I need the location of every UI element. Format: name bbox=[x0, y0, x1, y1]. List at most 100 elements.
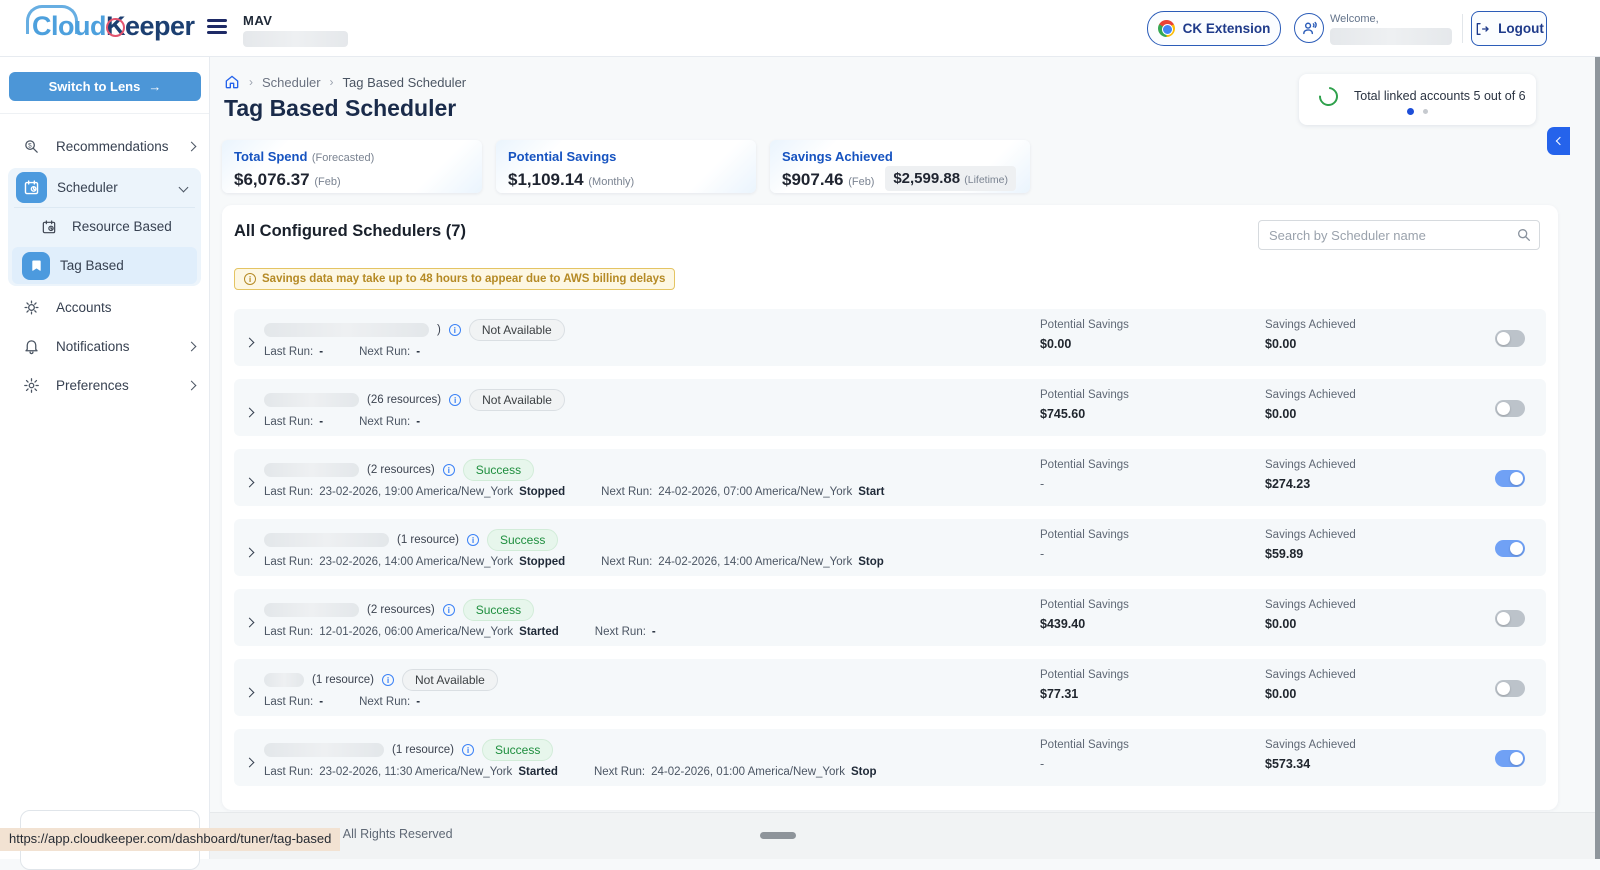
logout-icon bbox=[1474, 21, 1490, 37]
tag-based-icon bbox=[22, 252, 50, 280]
warning-banner: i Savings data may take up to 48 hours t… bbox=[234, 268, 675, 290]
collapse-panel-tab[interactable] bbox=[1547, 127, 1570, 155]
progress-ring-icon bbox=[1315, 83, 1342, 110]
sidebar-item-notifications[interactable]: Notifications bbox=[0, 327, 209, 366]
expand-chevron-icon[interactable] bbox=[246, 753, 253, 771]
chevron-right-icon bbox=[187, 342, 197, 352]
sidebar-item-resource-based[interactable]: Resource Based bbox=[8, 208, 201, 245]
scheduler-toggle[interactable] bbox=[1495, 610, 1525, 627]
dot-active[interactable] bbox=[1407, 108, 1414, 115]
horizontal-scrollbar-thumb[interactable] bbox=[760, 832, 796, 839]
savings-achieved-col: Savings Achieved $573.34 bbox=[1265, 739, 1356, 771]
status-badge: Success bbox=[463, 459, 534, 481]
expand-chevron-icon[interactable] bbox=[246, 473, 253, 491]
scheduler-toggle[interactable] bbox=[1495, 330, 1525, 347]
scheduler-icon bbox=[16, 172, 47, 203]
sidebar-item-recommendations[interactable]: $ Recommendations bbox=[0, 127, 209, 166]
scheduler-name-redacted bbox=[264, 603, 359, 617]
potential-savings-col: Potential Savings $77.31 bbox=[1040, 669, 1129, 701]
search-input[interactable] bbox=[1258, 220, 1540, 250]
chevron-right-icon bbox=[187, 381, 197, 391]
expand-chevron-icon[interactable] bbox=[246, 613, 253, 631]
status-badge: Success bbox=[482, 739, 553, 761]
sidebar-item-accounts[interactable]: Accounts bbox=[0, 288, 209, 327]
info-icon[interactable]: i bbox=[449, 324, 461, 336]
schedulers-heading: All Configured Schedulers (7) bbox=[234, 222, 466, 241]
chevron-down-icon bbox=[179, 183, 189, 193]
info-icon[interactable]: i bbox=[443, 604, 455, 616]
potential-savings-col: Potential Savings - bbox=[1040, 529, 1129, 561]
sidebar-item-preferences[interactable]: Preferences bbox=[0, 366, 209, 405]
scheduler-group: Scheduler Resource Based Tag Based bbox=[8, 168, 201, 286]
scheduler-row[interactable]: (1 resource) i Success Last Run:23-02-20… bbox=[234, 729, 1546, 786]
scheduler-row[interactable]: (2 resources) i Success Last Run:12-01-2… bbox=[234, 589, 1546, 646]
breadcrumb: › Scheduler › Tag Based Scheduler bbox=[224, 74, 466, 90]
scheduler-toggle[interactable] bbox=[1495, 400, 1525, 417]
scheduler-row[interactable]: (1 resource) i Not Available Last Run:- … bbox=[234, 659, 1546, 716]
savings-achieved-col: Savings Achieved $0.00 bbox=[1265, 319, 1356, 351]
expand-chevron-icon[interactable] bbox=[246, 403, 253, 421]
browser-status-bar: https://app.cloudkeeper.com/dashboard/tu… bbox=[0, 828, 340, 851]
info-icon[interactable]: i bbox=[462, 744, 474, 756]
scheduler-toggle[interactable] bbox=[1495, 540, 1525, 557]
info-icon[interactable]: i bbox=[449, 394, 461, 406]
savings-achieved-col: Savings Achieved $274.23 bbox=[1265, 459, 1356, 491]
arrow-right-icon: → bbox=[148, 79, 161, 94]
scheduler-toggle[interactable] bbox=[1495, 680, 1525, 697]
expand-chevron-icon[interactable] bbox=[246, 333, 253, 351]
expand-chevron-icon[interactable] bbox=[246, 683, 253, 701]
stat-card-savings-achieved: Savings Achieved $907.46 (Feb) $2,599.88… bbox=[770, 140, 1030, 193]
status-badge: Not Available bbox=[469, 389, 565, 411]
info-icon: i bbox=[244, 273, 256, 285]
breadcrumb-scheduler[interactable]: Scheduler bbox=[262, 75, 321, 90]
chevron-left-icon bbox=[1556, 137, 1564, 145]
scheduler-toggle[interactable] bbox=[1495, 750, 1525, 767]
status-badge: Not Available bbox=[402, 669, 498, 691]
carousel-dots[interactable] bbox=[1299, 108, 1536, 115]
scheduler-toggle[interactable] bbox=[1495, 470, 1525, 487]
scheduler-row[interactable]: (26 resources) i Not Available Last Run:… bbox=[234, 379, 1546, 436]
vertical-scrollbar[interactable] bbox=[1595, 57, 1600, 859]
switch-to-lens-button[interactable]: Switch to Lens→ bbox=[9, 72, 201, 101]
sidebar-item-tag-based[interactable]: Tag Based bbox=[12, 247, 197, 284]
username-redacted bbox=[1330, 28, 1452, 45]
stat-card-total-spend: Total Spend (Forecasted) $6,076.37 (Feb) bbox=[222, 140, 482, 193]
search-icon[interactable] bbox=[1516, 227, 1532, 243]
sidebar-item-scheduler[interactable]: Scheduler bbox=[8, 168, 201, 207]
main-content: › Scheduler › Tag Based Scheduler Tag Ba… bbox=[210, 57, 1600, 859]
footer: CloudKeeper 2026 | All Rights Reserved bbox=[210, 812, 1600, 859]
stat-card-potential-savings: Potential Savings $1,109.14 (Monthly) bbox=[496, 140, 756, 193]
info-icon[interactable]: i bbox=[443, 464, 455, 476]
sidebar-nav: $ Recommendations Scheduler bbox=[0, 127, 209, 405]
header-divider bbox=[1462, 14, 1463, 43]
dot-idle[interactable] bbox=[1423, 109, 1428, 114]
scheduler-name-redacted bbox=[264, 323, 429, 337]
ck-extension-button[interactable]: CK Extension bbox=[1147, 11, 1281, 46]
status-badge: Success bbox=[487, 529, 558, 551]
scheduler-name-redacted bbox=[264, 393, 359, 407]
schedulers-panel: All Configured Schedulers (7) i Savings … bbox=[222, 205, 1558, 810]
hamburger-menu-icon[interactable] bbox=[207, 19, 227, 35]
info-icon[interactable]: i bbox=[467, 534, 479, 546]
cloudkeeper-logo: CloudKeeper bbox=[32, 11, 195, 42]
user-avatar[interactable] bbox=[1294, 13, 1324, 43]
potential-savings-col: Potential Savings $745.60 bbox=[1040, 389, 1129, 421]
potential-savings-col: Potential Savings - bbox=[1040, 739, 1129, 771]
scheduler-name-redacted bbox=[264, 743, 384, 757]
workspace-subtitle-redacted bbox=[243, 31, 348, 47]
expand-chevron-icon[interactable] bbox=[246, 543, 253, 561]
scheduler-row[interactable]: (1 resource) i Success Last Run:23-02-20… bbox=[234, 519, 1546, 576]
savings-achieved-col: Savings Achieved $0.00 bbox=[1265, 669, 1356, 701]
page-title: Tag Based Scheduler bbox=[224, 95, 456, 122]
scheduler-row[interactable]: (2 resources) i Success Last Run:23-02-2… bbox=[234, 449, 1546, 506]
status-badge: Success bbox=[463, 599, 534, 621]
scheduler-row[interactable]: ) i Not Available Last Run:- Next Run:- … bbox=[234, 309, 1546, 366]
chrome-icon bbox=[1158, 20, 1175, 37]
welcome-label: Welcome, bbox=[1330, 13, 1379, 25]
logout-button[interactable]: Logout bbox=[1471, 11, 1547, 46]
sidebar: Switch to Lens→ $ Recommendations Schedu bbox=[0, 57, 210, 859]
home-icon[interactable] bbox=[224, 74, 240, 90]
accounts-icon bbox=[22, 299, 40, 317]
info-icon[interactable]: i bbox=[382, 674, 394, 686]
bell-icon bbox=[22, 338, 40, 356]
